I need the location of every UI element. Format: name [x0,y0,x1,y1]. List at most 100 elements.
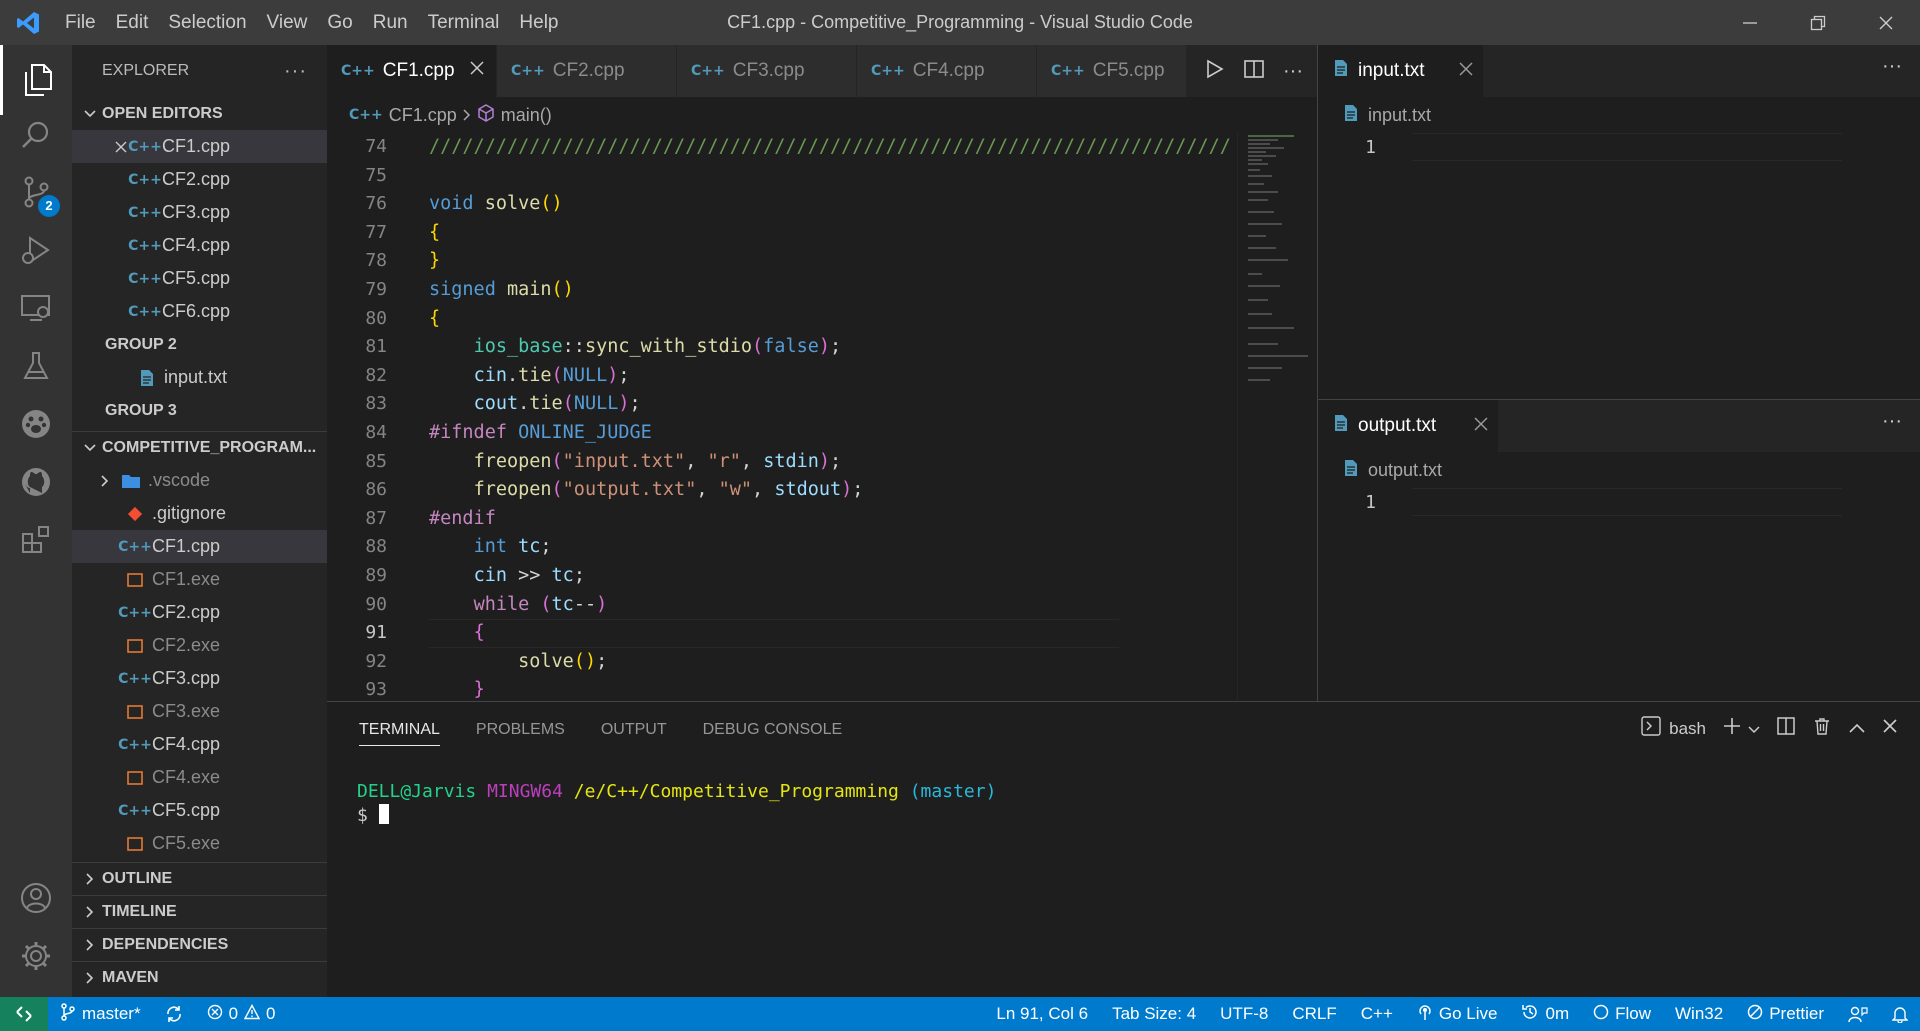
menu-run[interactable]: Run [363,0,418,45]
more-actions-icon[interactable]: ··· [284,60,307,83]
open-editor-item[interactable]: C++ CF1.cpp [72,130,327,163]
file-item[interactable]: CF4.exe [72,761,327,794]
feedback-icon[interactable] [1836,1005,1880,1023]
timeline-title: TIMELINE [102,903,177,920]
restore-icon[interactable] [1784,0,1852,45]
breadcrumb-file[interactable]: output.txt [1368,460,1442,481]
trash-icon[interactable] [1812,716,1832,741]
chevron-down-icon[interactable] [1748,719,1760,739]
file-item[interactable]: .gitignore [72,497,327,530]
output-editor[interactable]: 1 [1318,488,1920,516]
tab-output-txt[interactable]: output.txt [1318,400,1498,452]
breadcrumb-file[interactable]: CF1.cpp [389,105,457,126]
platform-indicator[interactable]: Win32 [1663,1004,1735,1024]
branch-name: master* [82,1004,141,1023]
cursor-position[interactable]: Ln 91, Col 6 [984,1004,1100,1024]
menu-view[interactable]: View [257,0,318,45]
open-editor-item[interactable]: C++ CF6.cpp [72,295,327,328]
menu-file[interactable]: File [55,0,106,45]
file-item[interactable]: C++ CF5.cpp [72,794,327,827]
tab-terminal[interactable]: TERMINAL [359,721,440,746]
end-of-line[interactable]: CRLF [1280,1004,1348,1024]
more-actions-icon[interactable]: ··· [1882,55,1902,78]
settings-gear-icon[interactable] [0,921,72,991]
split-editor-icon[interactable] [1243,58,1265,85]
tab-cf2[interactable]: C++ CF2.cpp [497,45,677,97]
new-terminal-icon[interactable] [1722,716,1742,741]
timeline-header[interactable]: TIMELINE [72,895,327,928]
tab-cf4[interactable]: C++ CF4.cpp [857,45,1037,97]
cpp-file-icon: C++ [128,270,162,287]
flow-indicator[interactable]: Flow [1581,1004,1663,1025]
open-editor-item[interactable]: C++ CF4.cpp [72,229,327,262]
prettier-indicator[interactable]: Prettier [1735,1004,1836,1025]
tab-debug-console[interactable]: DEBUG CONSOLE [703,721,843,739]
language-mode[interactable]: C++ [1349,1004,1405,1024]
sync-icon[interactable] [153,1005,195,1023]
file-item[interactable]: CF3.exe [72,695,327,728]
dependencies-header[interactable]: DEPENDENCIES [72,928,327,961]
project-folder-header[interactable]: COMPETITIVE_PROGRAM... [72,431,327,464]
minimize-icon[interactable] [1716,0,1784,45]
minimap[interactable] [1237,133,1317,701]
menu-terminal[interactable]: Terminal [418,0,510,45]
more-actions-icon[interactable]: ··· [1882,410,1902,433]
close-tab-icon[interactable] [1474,415,1488,437]
file-item[interactable]: C++ CF3.cpp [72,662,327,695]
time-tracker[interactable]: 0m [1509,1003,1581,1026]
tab-cf3[interactable]: C++ CF3.cpp [677,45,857,97]
folder-item[interactable]: .vscode [72,464,327,497]
tab-input-txt[interactable]: input.txt [1318,45,1483,97]
input-editor[interactable]: 1 [1318,133,1920,161]
menu-help[interactable]: Help [509,0,568,45]
problems-indicator[interactable]: 0 0 [195,1003,288,1025]
more-actions-icon[interactable]: ··· [1283,60,1303,83]
close-tab-icon[interactable] [470,59,484,81]
open-editors-header[interactable]: OPEN EDITORS [72,97,327,130]
run-play-icon[interactable] [1203,58,1225,85]
go-live-button[interactable]: Go Live [1405,1003,1510,1026]
close-tab-icon[interactable] [1459,60,1473,82]
file-item[interactable]: C++ CF4.cpp [72,728,327,761]
encoding[interactable]: UTF-8 [1208,1004,1280,1024]
menu-go[interactable]: Go [317,0,362,45]
tab-problems[interactable]: PROBLEMS [476,721,565,739]
open-editor-item[interactable]: input.txt [72,361,327,394]
maven-header[interactable]: MAVEN [72,961,327,994]
breadcrumb-symbol[interactable]: main() [501,105,552,126]
split-terminal-icon[interactable] [1776,716,1796,741]
notifications-bell-icon[interactable] [1880,1005,1920,1023]
close-panel-icon[interactable] [1882,718,1898,739]
file-item[interactable]: C++ CF1.cpp [72,530,327,563]
open-editor-item[interactable]: C++ CF5.cpp [72,262,327,295]
file-item[interactable]: CF2.exe [72,629,327,662]
tab-output[interactable]: OUTPUT [601,721,667,739]
extensions-icon[interactable] [0,505,72,575]
tab-cf5[interactable]: C++ CF5.cpp [1037,45,1187,97]
tab-cf1[interactable]: C++ CF1.cpp [327,45,497,97]
terminal-path: /e/C++/Competitive_Programming [573,781,899,802]
maximize-panel-icon[interactable] [1848,719,1866,739]
code-line: #endif [429,507,496,529]
open-editor-item[interactable]: C++ CF2.cpp [72,163,327,196]
text-file-icon [1334,414,1348,438]
line-number: 77 [365,221,387,243]
file-item[interactable]: CF5.exe [72,827,327,860]
code-editor[interactable]: 74 75 76 77 78 79 80 81 82 83 84 85 86 8… [327,133,1317,701]
breadcrumb-file[interactable]: input.txt [1368,105,1431,126]
outline-header[interactable]: OUTLINE [72,862,327,895]
file-item[interactable]: C++ CF2.cpp [72,596,327,629]
close-window-icon[interactable] [1852,0,1920,45]
terminal-shell-select[interactable]: bash [1669,719,1706,739]
tab-label: output.txt [1358,415,1437,436]
open-editor-item[interactable]: C++ CF3.cpp [72,196,327,229]
menu-edit[interactable]: Edit [106,0,159,45]
branch-indicator[interactable]: master* [48,1002,153,1026]
chevron-right-icon [78,939,102,951]
vscode-logo-icon[interactable] [0,0,55,45]
terminal-output[interactable]: DELL@Jarvis MINGW64 /e/C++/Competitive_P… [357,780,996,828]
tab-size[interactable]: Tab Size: 4 [1100,1004,1208,1024]
remote-indicator-icon[interactable] [0,997,48,1031]
menu-selection[interactable]: Selection [158,0,256,45]
file-item[interactable]: CF1.exe [72,563,327,596]
